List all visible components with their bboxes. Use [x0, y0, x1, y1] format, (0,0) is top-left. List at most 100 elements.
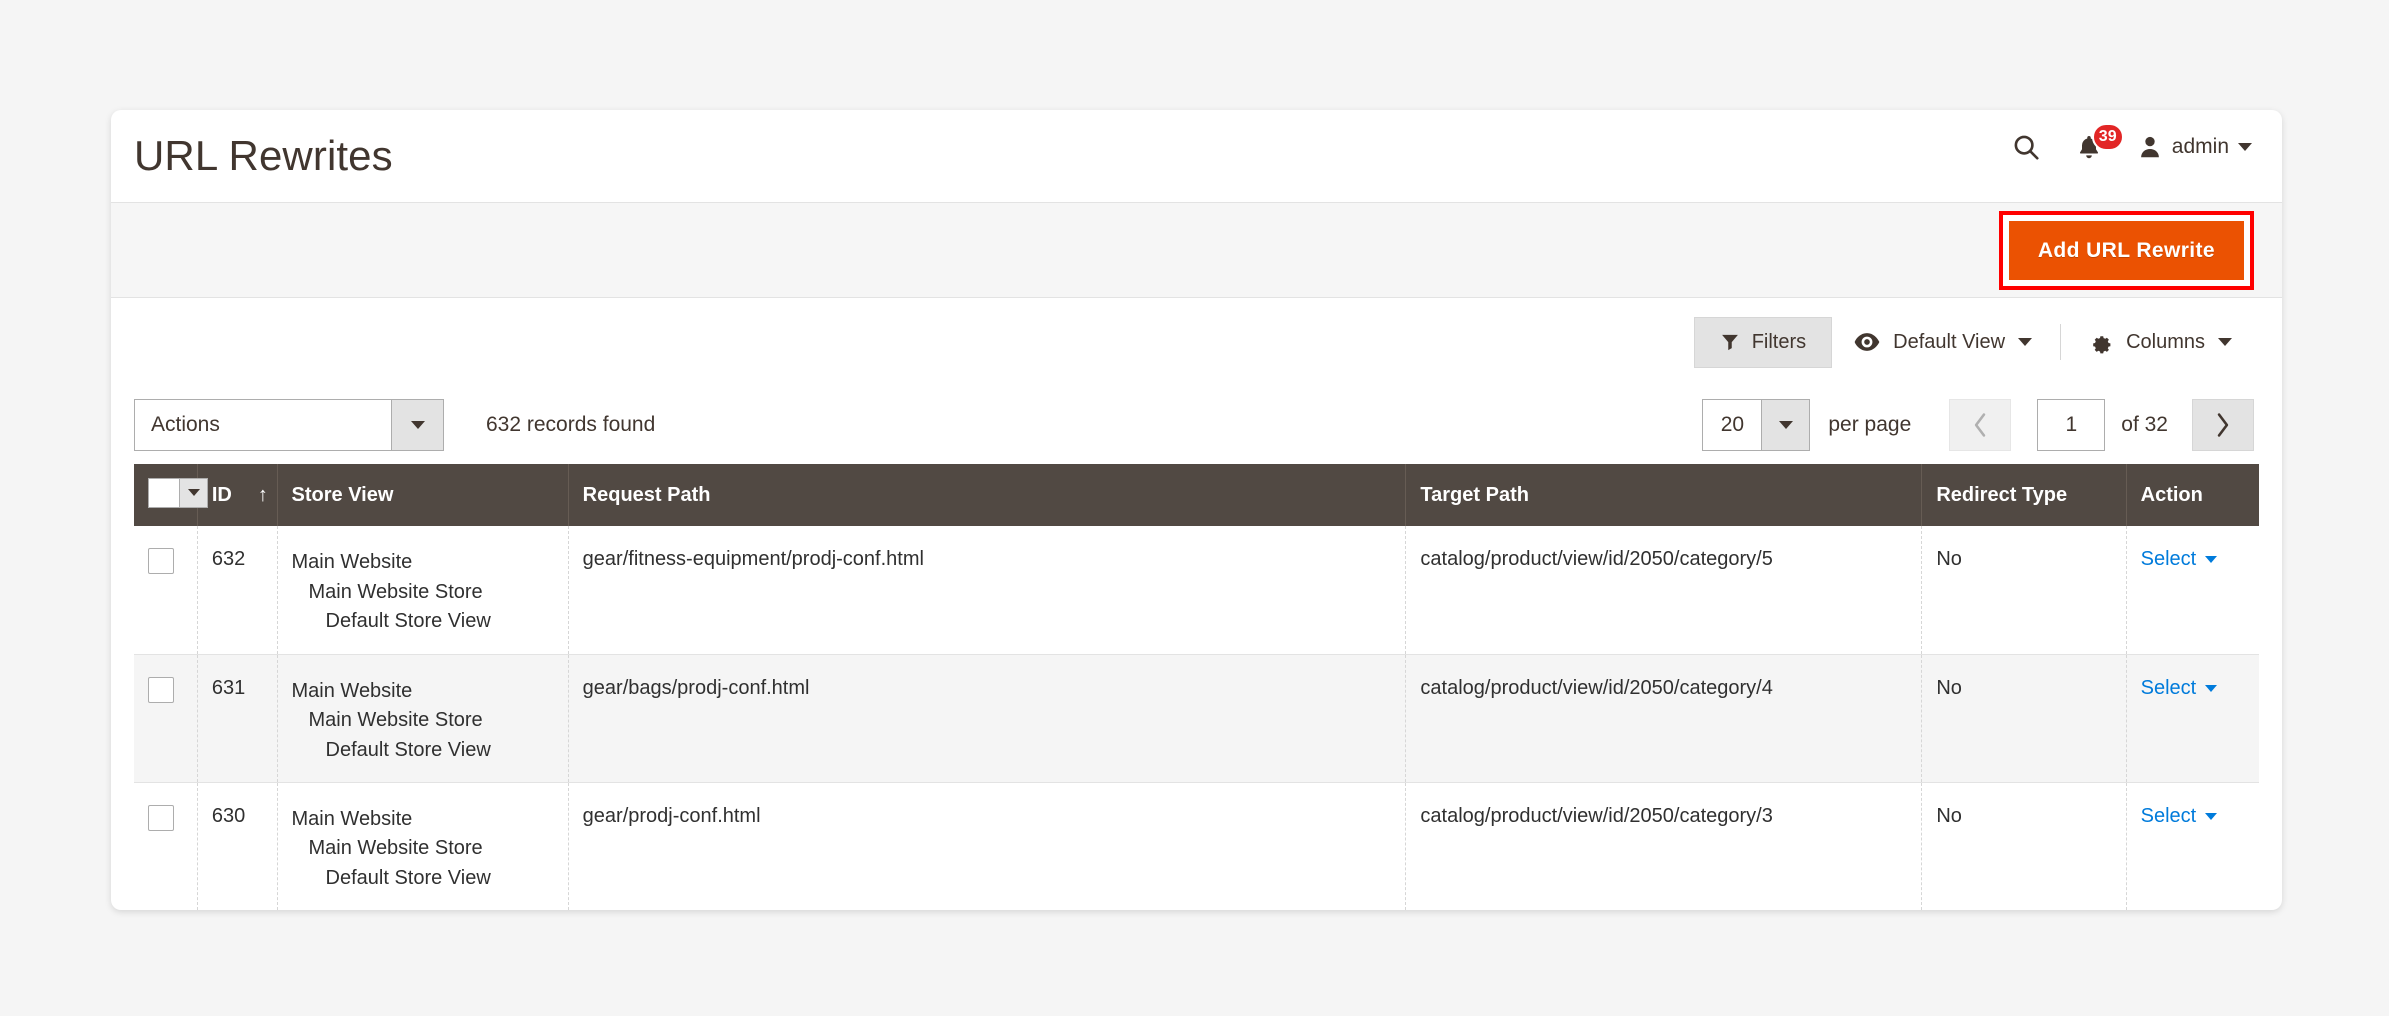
- row-checkbox[interactable]: [148, 548, 174, 574]
- grid-controls-row: Actions 632 records found 20 per page 1 …: [111, 386, 2282, 464]
- column-header-id-label: ID: [211, 483, 232, 506]
- select-all-checkbox[interactable]: [149, 478, 179, 507]
- store-view-line: Default Store View: [325, 866, 491, 889]
- previous-page-button[interactable]: [1949, 399, 2012, 451]
- page-number-input[interactable]: 1: [2037, 399, 2106, 451]
- header-actions: 39 admin: [2011, 123, 2252, 162]
- chevron-down-icon: [2018, 338, 2033, 346]
- grid-toolbar: Filters Default View Columns: [111, 298, 2282, 386]
- cell-redirect-type: No: [1921, 526, 2127, 655]
- default-view-dropdown[interactable]: Default View: [1832, 318, 2054, 367]
- store-view-line: Main Website Store: [308, 709, 483, 732]
- store-view-line: Main Website: [291, 679, 413, 702]
- chevron-right-icon: [2217, 413, 2229, 437]
- row-select-action-label: Select: [2140, 676, 2197, 699]
- cell-redirect-type: No: [1921, 782, 2127, 910]
- content-card: URL Rewrites 39 admin Add URL Rewrite Fi…: [111, 110, 2282, 910]
- filters-button[interactable]: Filters: [1693, 316, 1833, 368]
- cell-target-path: catalog/product/view/id/2050/category/5: [1405, 526, 1923, 655]
- records-count: 632 records found: [486, 413, 656, 436]
- header-row: ID ↑ Store View Request Path Target Path…: [134, 464, 2259, 526]
- per-page-dropdown[interactable]: 20: [1702, 399, 1811, 451]
- user-menu[interactable]: admin: [2137, 133, 2252, 161]
- admin-page: URL Rewrites 39 admin Add URL Rewrite Fi…: [0, 0, 2389, 1016]
- row-select-cell[interactable]: [134, 782, 198, 910]
- column-header-target-path[interactable]: Target Path: [1405, 464, 1923, 526]
- store-view-line: Main Website Store: [308, 580, 483, 603]
- row-checkbox[interactable]: [148, 804, 174, 831]
- chevron-left-icon: [1975, 413, 1986, 437]
- gear-icon: [2093, 336, 2111, 354]
- chevron-down-icon: [391, 400, 443, 450]
- store-view-line: Main Website: [291, 807, 413, 830]
- user-name: admin: [2171, 135, 2229, 158]
- row-select-cell[interactable]: [134, 654, 198, 783]
- store-view-line: Default Store View: [325, 610, 491, 633]
- row-select-action-link[interactable]: Select: [2141, 677, 2218, 700]
- column-header-select[interactable]: [134, 464, 208, 526]
- cell-redirect-type: No: [1921, 654, 2127, 783]
- cell-action[interactable]: Select: [2126, 654, 2259, 783]
- highlight-annotation: Add URL Rewrite: [1998, 210, 2254, 290]
- cell-id: 630: [197, 782, 278, 910]
- store-view-line: Default Store View: [325, 738, 491, 761]
- table-row[interactable]: 631 Main Website Main Website Store Default…: [134, 654, 2259, 783]
- column-header-id[interactable]: ID ↑: [197, 464, 278, 526]
- chevron-down-icon: [1761, 400, 1810, 450]
- cell-request-path: gear/bags/prodj-conf.html: [568, 654, 1407, 783]
- cell-action[interactable]: Select: [2126, 782, 2259, 910]
- cell-id: 632: [197, 526, 278, 655]
- row-checkbox[interactable]: [148, 676, 174, 703]
- add-url-rewrite-button[interactable]: Add URL Rewrite: [2008, 220, 2244, 280]
- chevron-down-icon: [2218, 338, 2232, 346]
- chevron-down-icon: [2205, 684, 2218, 692]
- cell-store-view: Main Website Main Website Store Default St…: [277, 654, 569, 783]
- row-select-action-link[interactable]: Select: [2141, 548, 2218, 571]
- default-view-label: Default View: [1893, 330, 2006, 353]
- table-row[interactable]: 630 Main Website Main Website Store Default…: [134, 782, 2259, 910]
- table-header: ID ↑ Store View Request Path Target Path…: [134, 464, 2259, 526]
- page-title: URL Rewrites: [134, 132, 393, 179]
- row-select-cell[interactable]: [134, 526, 198, 655]
- column-header-redirect-type[interactable]: Redirect Type: [1921, 464, 2127, 526]
- cell-store-view: Main Website Main Website Store Default St…: [277, 782, 569, 910]
- chevron-down-icon[interactable]: [179, 478, 207, 507]
- table-body: 632 Main Website Main Website Store Default…: [134, 526, 2259, 910]
- column-header-action: Action: [2126, 464, 2259, 526]
- sort-ascending-icon: ↑: [257, 484, 268, 506]
- store-view-line: Main Website Store: [308, 837, 483, 860]
- columns-dropdown[interactable]: Columns: [2067, 317, 2254, 367]
- notification-badge: 39: [2091, 123, 2124, 151]
- funnel-icon: [1721, 334, 1738, 351]
- user-icon: [2140, 136, 2159, 158]
- cell-id: 631: [197, 654, 278, 783]
- cell-target-path: catalog/product/view/id/2050/category/4: [1405, 654, 1923, 783]
- table-row[interactable]: 632 Main Website Main Website Store Default…: [134, 526, 2259, 655]
- row-select-action-label: Select: [2140, 548, 2197, 570]
- search-icon[interactable]: [2011, 132, 2041, 162]
- notifications-button[interactable]: 39: [2075, 123, 2124, 162]
- page-actions-bar: Add URL Rewrite: [111, 202, 2282, 298]
- url-rewrites-table: ID ↑ Store View Request Path Target Path…: [134, 464, 2259, 910]
- cell-action[interactable]: Select: [2126, 526, 2259, 655]
- row-select-action-link[interactable]: Select: [2141, 805, 2218, 828]
- column-header-request-path[interactable]: Request Path: [568, 464, 1407, 526]
- cell-target-path: catalog/product/view/id/2050/category/3: [1405, 782, 1923, 910]
- chevron-down-icon: [2205, 812, 2218, 820]
- cell-store-view: Main Website Main Website Store Default St…: [277, 526, 569, 655]
- chevron-down-icon: [2205, 556, 2218, 563]
- actions-dropdown[interactable]: Actions: [134, 399, 444, 451]
- total-pages-label: of 32: [2121, 413, 2168, 436]
- eye-icon: [1854, 333, 1880, 351]
- pagination: 20 per page 1 of 32: [1702, 399, 2254, 451]
- column-header-store-view[interactable]: Store View: [277, 464, 569, 526]
- row-select-action-label: Select: [2140, 804, 2197, 827]
- actions-label: Actions: [151, 413, 220, 436]
- per-page-value: 20: [1720, 413, 1745, 436]
- grid-container: ID ↑ Store View Request Path Target Path…: [111, 464, 2282, 910]
- cell-request-path: gear/prodj-conf.html: [568, 782, 1407, 910]
- store-view-line: Main Website: [291, 551, 413, 573]
- columns-label: Columns: [2126, 330, 2205, 353]
- next-page-button[interactable]: [2192, 399, 2254, 451]
- select-all-checkbox-dropdown[interactable]: [148, 477, 208, 508]
